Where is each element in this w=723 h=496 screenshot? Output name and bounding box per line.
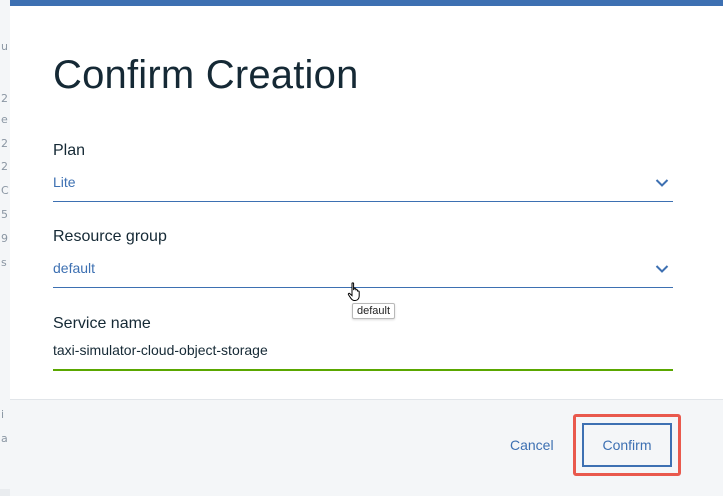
background-text-fragment: e: [1, 113, 8, 126]
background-text-fragment: 9: [1, 232, 8, 245]
dialog-title: Confirm Creation: [53, 53, 359, 97]
resource-group-select[interactable]: default: [53, 260, 673, 288]
dialog-footer: Cancel Confirm: [10, 399, 723, 496]
resource-group-select-value: default: [53, 260, 96, 276]
background-text-fragment: i: [1, 408, 5, 421]
background-text-fragment: 2: [1, 92, 8, 105]
background-text-fragment: s: [1, 256, 7, 269]
background-text-fragment: u: [1, 40, 8, 53]
plan-select-value: Lite: [53, 174, 76, 190]
plan-field: Plan Lite: [53, 142, 673, 202]
cancel-button[interactable]: Cancel: [510, 437, 554, 453]
resource-group-field: Resource group default: [53, 228, 673, 288]
background-text-fragment: 2: [1, 137, 8, 150]
background-text-fragment: 5: [1, 208, 8, 221]
background-text-fragment: C: [1, 184, 9, 197]
confirm-creation-dialog: Confirm Creation Plan Lite Resource grou…: [10, 0, 723, 496]
resource-group-tooltip: default: [352, 303, 396, 319]
background-text-fragment: 2: [1, 160, 8, 173]
confirm-highlight-box: Confirm: [573, 414, 681, 476]
plan-select[interactable]: Lite: [53, 174, 673, 202]
service-name-input[interactable]: taxi-simulator-cloud-object-storage: [53, 341, 673, 371]
chevron-down-icon: [655, 265, 669, 273]
hand-pointer-cursor-icon: [347, 282, 360, 301]
background-text-fragment: a: [1, 432, 8, 445]
confirm-button[interactable]: Confirm: [582, 423, 672, 467]
plan-label: Plan: [53, 142, 86, 159]
service-name-field: Service name taxi-simulator-cloud-object…: [53, 315, 673, 371]
chevron-down-icon: [655, 179, 669, 187]
resource-group-label: Resource group: [53, 228, 167, 245]
